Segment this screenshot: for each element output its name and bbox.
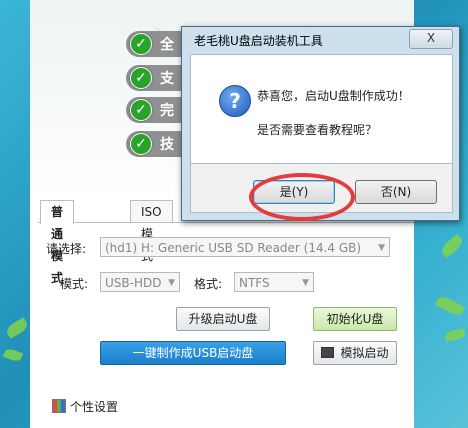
personal-settings-link[interactable]: 个性设置 — [52, 398, 118, 415]
dialog-message-success: 恭喜您，启动U盘制作成功！ — [257, 89, 410, 103]
mode-label: 模式: — [60, 277, 89, 291]
check-icon: ✓ — [130, 67, 152, 89]
dialog-body: ? 恭喜您，启动U盘制作成功！ 是否需要查看教程呢？ — [190, 54, 453, 164]
simulate-boot-button[interactable]: 模拟启动 — [313, 341, 397, 365]
leaf-decoration — [4, 317, 30, 339]
tab-normal-mode[interactable]: 普通模式 — [40, 200, 75, 285]
feature-text: 支 — [160, 71, 174, 87]
feature-text: 完 — [160, 103, 174, 119]
mode-select[interactable]: USB-HDD ▼ — [100, 272, 180, 292]
leaf-decoration — [444, 328, 466, 342]
no-button[interactable]: 否(N) — [355, 180, 437, 204]
close-button[interactable]: X — [409, 29, 453, 49]
mode-select-value: USB-HDD — [105, 276, 162, 290]
make-usb-boot-button[interactable]: 一键制作成USB启动盘 — [100, 341, 286, 365]
device-select-value: (hd1) H: Generic USB SD Reader (14.4 GB) — [105, 241, 362, 255]
chevron-down-icon: ▼ — [378, 243, 385, 253]
check-icon: ✓ — [130, 133, 152, 155]
format-select[interactable]: NTFS ▼ — [234, 272, 314, 292]
check-icon: ✓ — [130, 99, 152, 121]
leaf-decoration — [438, 233, 466, 259]
init-usb-button[interactable]: 初始化U盘 — [313, 307, 397, 331]
feature-text: 全 — [160, 37, 174, 53]
monitor-icon — [321, 347, 335, 358]
check-icon: ✓ — [130, 33, 152, 55]
question-icon: ? — [219, 85, 251, 117]
leaf-decoration — [2, 347, 24, 363]
chevron-down-icon: ▼ — [302, 278, 309, 288]
palette-icon — [52, 399, 66, 413]
red-highlight-circle — [249, 173, 355, 221]
format-select-value: NTFS — [239, 276, 270, 290]
simulate-boot-label: 模拟启动 — [340, 346, 389, 360]
format-label: 格式: — [194, 277, 223, 291]
leaf-decoration — [434, 293, 466, 319]
feature-text: 技 — [160, 137, 174, 153]
dialog-title: 老毛桃U盘启动装机工具 — [194, 34, 323, 48]
chevron-down-icon: ▼ — [168, 278, 175, 288]
dialog-message-question: 是否需要查看教程呢？ — [257, 123, 378, 137]
tab-iso-mode[interactable]: ISO模式 — [130, 200, 173, 263]
upgrade-usb-button[interactable]: 升级启动U盘 — [176, 307, 270, 331]
personal-settings-label: 个性设置 — [70, 400, 119, 414]
device-select[interactable]: (hd1) H: Generic USB SD Reader (14.4 GB)… — [100, 237, 390, 257]
